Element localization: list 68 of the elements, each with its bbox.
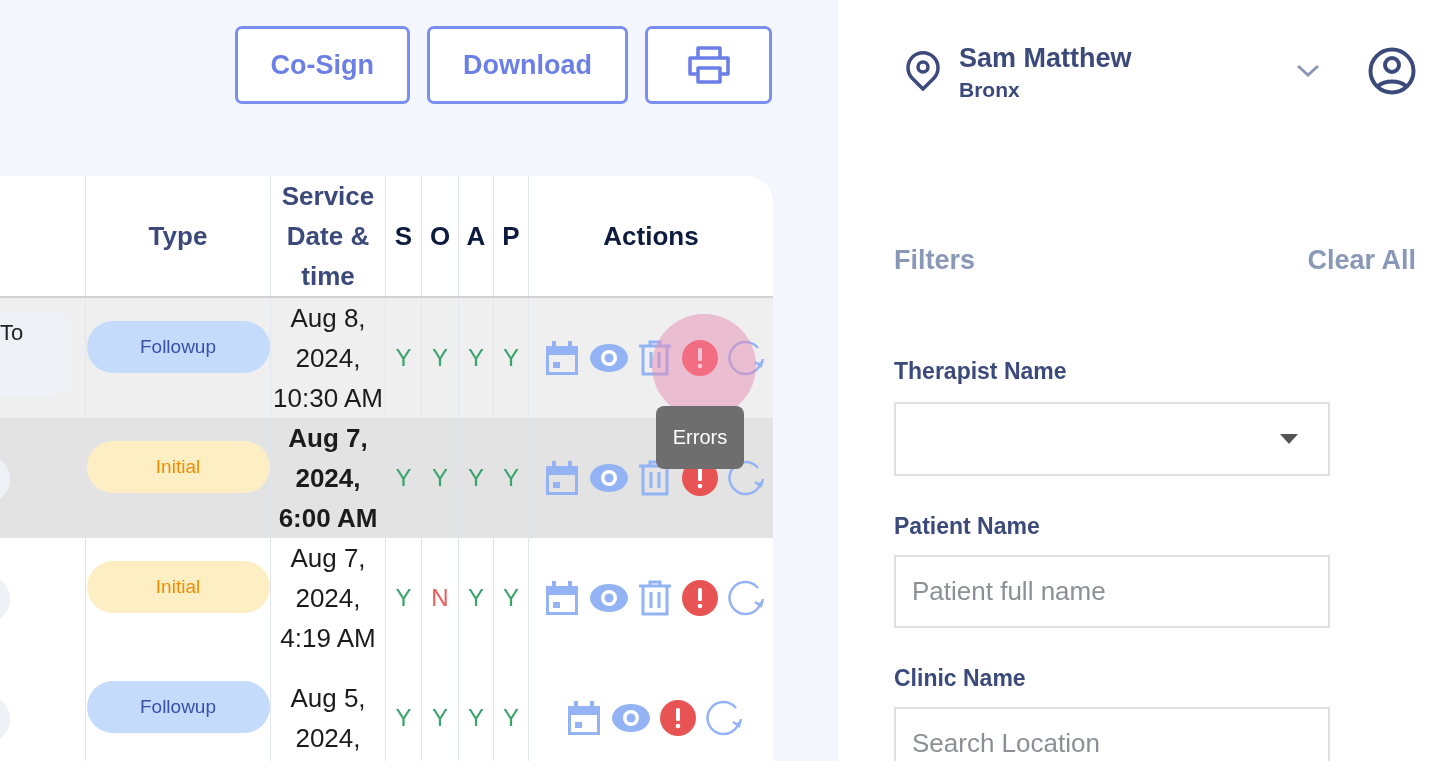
user-avatar-icon[interactable] — [1368, 47, 1416, 95]
filters-title: Filters — [894, 245, 976, 276]
action-button[interactable]: Co-Sign — [234, 26, 410, 104]
soap-status: Y — [395, 464, 412, 492]
user-name: Sam Matthew — [959, 42, 1133, 75]
eye-icon[interactable] — [590, 464, 628, 492]
column-header: P — [502, 220, 520, 253]
print-button[interactable] — [645, 26, 772, 104]
calendar-icon[interactable] — [566, 700, 602, 736]
error-icon[interactable] — [682, 580, 718, 616]
eye-icon[interactable] — [612, 704, 650, 732]
trash-icon[interactable] — [638, 580, 672, 616]
soap-status: Y — [432, 464, 448, 492]
refresh-icon[interactable] — [706, 700, 742, 736]
soap-status: Y — [468, 344, 484, 372]
soap-status: Y — [395, 344, 412, 372]
refresh-icon[interactable] — [728, 580, 764, 616]
soap-status: Y — [468, 464, 484, 492]
column-header: S — [394, 220, 413, 253]
tooltip: Errors — [656, 406, 744, 469]
column-header: A — [466, 220, 486, 253]
column-header: O — [429, 220, 451, 253]
soap-status: Y — [503, 584, 519, 612]
eye-icon[interactable] — [590, 344, 628, 372]
type-tag: Initial — [86, 561, 270, 613]
action-button[interactable]: Download — [427, 26, 628, 104]
soap-status: N — [431, 584, 449, 612]
select-field[interactable] — [894, 402, 1330, 476]
table-row[interactable]: To Followup Aug 8, 2024, 10:30 AM Y Y Y Y — [0, 298, 773, 418]
soap-status: Y — [468, 584, 484, 612]
trash-icon[interactable] — [638, 460, 672, 496]
soap-status: Y — [395, 584, 412, 612]
calendar-icon[interactable] — [544, 460, 580, 496]
column-header[interactable]: Type — [148, 216, 208, 256]
dropdown-caret-icon — [1280, 434, 1298, 444]
service-date: Aug 8, 2024, 10:30 AM — [272, 302, 384, 415]
column-header[interactable]: Service Date & time — [271, 176, 385, 296]
soap-status: Y — [395, 704, 412, 732]
service-date: Aug 5, 2024, — [289, 682, 367, 755]
chevron-down-icon[interactable] — [1296, 64, 1320, 78]
soap-status: Y — [468, 704, 484, 732]
printer-icon — [687, 46, 730, 84]
refresh-icon[interactable] — [728, 460, 764, 496]
service-date: Aug 7, 2024, 4:19 AM — [279, 542, 377, 655]
soap-status: Y — [503, 704, 519, 732]
refresh-icon[interactable] — [728, 340, 764, 376]
column-header: Actions — [603, 220, 699, 253]
error-icon[interactable] — [660, 700, 696, 736]
eye-icon[interactable] — [590, 584, 628, 612]
type-tag: Followup — [86, 681, 270, 733]
soap-status: Y — [432, 344, 448, 372]
soap-status: Y — [432, 704, 448, 732]
user-location: Bronx — [959, 77, 1021, 103]
input-field[interactable]: Search Location — [894, 707, 1330, 761]
input-field[interactable]: Patient full name — [894, 555, 1330, 628]
type-tag: Followup — [86, 321, 270, 373]
calendar-icon[interactable] — [544, 580, 580, 616]
type-tag: Initial — [86, 441, 270, 493]
field-label: Clinic Name — [894, 664, 1027, 693]
service-date: Aug 7, 2024, 6:00 AM — [277, 422, 379, 535]
field-label: Patient Name — [894, 512, 1041, 541]
location-pin-icon — [905, 51, 941, 91]
soap-status: Y — [503, 344, 519, 372]
status-chip: To — [0, 310, 72, 396]
trash-icon[interactable] — [638, 340, 672, 376]
soap-status: Y — [503, 464, 519, 492]
calendar-icon[interactable] — [544, 340, 580, 376]
field-label: Therapist Name — [894, 357, 1068, 386]
